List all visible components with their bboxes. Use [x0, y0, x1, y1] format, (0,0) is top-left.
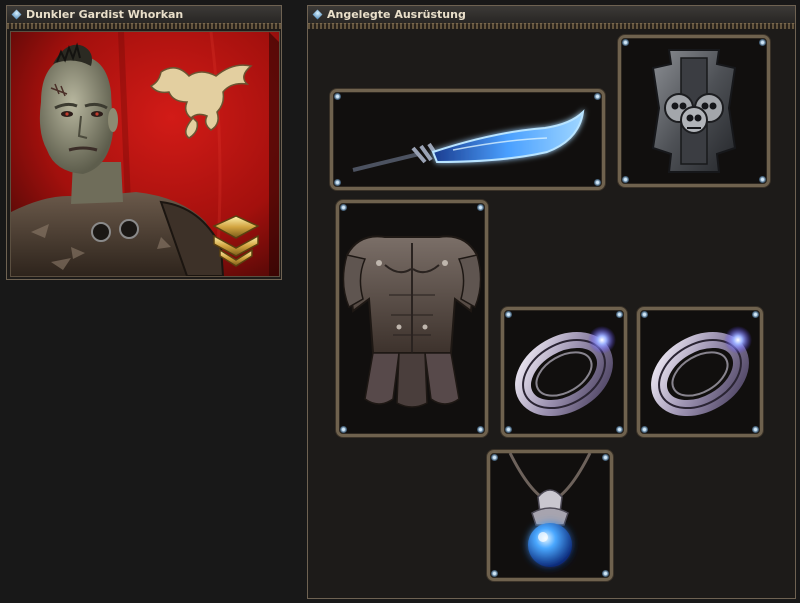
slot-corner-stud [334, 93, 341, 100]
equipment-panel-title: Angelegte Ausrüstung [327, 8, 466, 21]
equipment-slot-shield[interactable] [618, 35, 770, 187]
slot-corner-stud [622, 39, 629, 46]
silver-ring-icon [515, 326, 616, 417]
leather-armor-icon [342, 235, 482, 408]
silver-ring-icon [651, 326, 752, 417]
slot-corner-stud [622, 176, 629, 183]
slot-corner-stud [477, 426, 484, 433]
glowing-blue-scimitar-icon [352, 109, 585, 172]
diamond-bullet-icon [11, 9, 22, 20]
slot-corner-stud [616, 426, 623, 433]
slot-corner-stud [477, 204, 484, 211]
slot-corner-stud [340, 426, 347, 433]
equipment-slot-amulet[interactable] [487, 450, 613, 581]
equipment-slot-ring-2[interactable] [637, 307, 763, 437]
title-ornament [7, 23, 281, 29]
slot-corner-stud [334, 179, 341, 186]
slot-corner-stud [616, 311, 623, 318]
slot-corner-stud [752, 426, 759, 433]
blue-orb-amulet-icon [508, 453, 592, 567]
character-name: Dunkler Gardist Whorkan [26, 8, 184, 21]
equipment-slot-ring-1[interactable] [501, 307, 627, 437]
character-portrait[interactable] [10, 31, 280, 277]
character-panel-titlebar: Dunkler Gardist Whorkan [7, 6, 281, 24]
character-panel: Dunkler Gardist Whorkan [6, 5, 282, 280]
slot-corner-stud [505, 311, 512, 318]
slot-corner-stud [594, 93, 601, 100]
slot-corner-stud [491, 454, 498, 461]
equipment-slot-armor[interactable] [336, 200, 488, 437]
equipment-panel-titlebar: Angelegte Ausrüstung [308, 6, 795, 24]
skull-shield-icon [651, 49, 737, 173]
slot-corner-stud [759, 176, 766, 183]
slot-corner-stud [340, 204, 347, 211]
equipment-slot-weapon[interactable] [330, 89, 605, 190]
slot-corner-stud [602, 570, 609, 577]
slot-corner-stud [602, 454, 609, 461]
diamond-bullet-icon [312, 9, 323, 20]
slot-corner-stud [641, 311, 648, 318]
slot-corner-stud [641, 426, 648, 433]
title-ornament [308, 23, 795, 29]
slot-corner-stud [594, 179, 601, 186]
slot-corner-stud [759, 39, 766, 46]
slot-corner-stud [752, 311, 759, 318]
slot-corner-stud [505, 426, 512, 433]
slot-corner-stud [491, 570, 498, 577]
